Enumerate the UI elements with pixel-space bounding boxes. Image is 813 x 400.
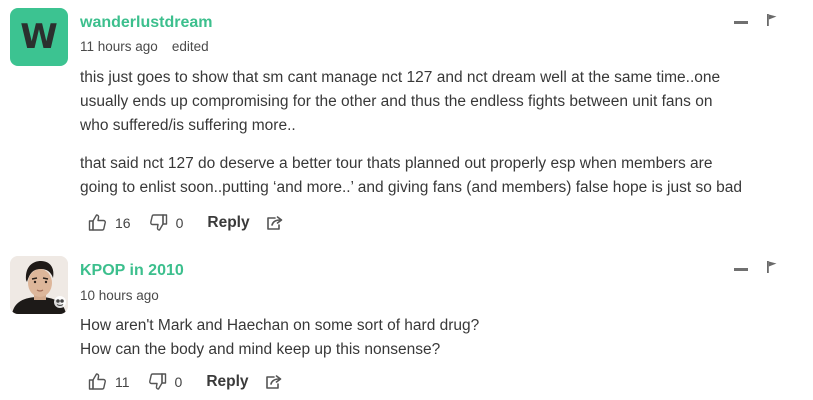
comment-timestamp[interactable]: 11 hours ago: [80, 39, 158, 54]
avatar[interactable]: W: [10, 8, 68, 66]
reply-button[interactable]: Reply: [207, 214, 249, 232]
comment-1: W wanderlustdream 11 hours ago edited thi…: [0, 0, 813, 250]
comment-paragraph-line: going to enlist soon..putting ‘and more.…: [80, 179, 743, 196]
thumbs-down-icon: [149, 214, 167, 231]
comment-meta: 10 hours ago: [80, 288, 159, 303]
upvote-button[interactable]: 16: [88, 213, 131, 232]
thumbs-down-icon: [148, 373, 166, 390]
upvote-count: 11: [115, 373, 130, 390]
comment-paragraph-line: usually ends up compromising for the oth…: [80, 93, 713, 110]
comment-paragraph-line: that said nct 127 do deserve a better to…: [80, 155, 713, 172]
comment-meta: 11 hours ago edited: [80, 39, 209, 54]
comment-username[interactable]: KPOP in 2010: [80, 262, 184, 280]
avatar[interactable]: [10, 256, 68, 314]
flag-icon[interactable]: [766, 13, 778, 27]
comment-controls: [734, 260, 778, 274]
comment-paragraph-line: How can the body and mind keep up this n…: [80, 341, 441, 358]
thumbs-up-icon: [88, 214, 106, 231]
comment-body: How aren't Mark and Haechan on some sort…: [80, 314, 479, 362]
thumbs-up-icon: [88, 373, 106, 390]
comment-paragraph-line: who suffered/is suffering more..: [80, 117, 296, 134]
comment-controls: [734, 13, 778, 27]
comment-timestamp[interactable]: 10 hours ago: [80, 288, 159, 303]
comment-actions: 16 0 Reply: [88, 213, 284, 232]
avatar-letter: W: [20, 17, 58, 57]
downvote-count: 0: [175, 214, 184, 231]
comment-paragraph-line: this just goes to show that sm cant mana…: [80, 69, 721, 86]
downvote-button[interactable]: 0: [148, 372, 183, 391]
collapse-icon[interactable]: [734, 267, 748, 271]
flag-icon[interactable]: [766, 260, 778, 274]
share-icon[interactable]: [266, 215, 284, 231]
edited-label: edited: [171, 39, 209, 54]
comment-actions: 11 0 Reply: [88, 372, 283, 391]
upvote-button[interactable]: 11: [88, 372, 130, 391]
comment-username[interactable]: wanderlustdream: [80, 14, 212, 32]
share-icon[interactable]: [265, 374, 283, 390]
profile-photo-icon: [10, 256, 68, 314]
comment-2: KPOP in 2010 10 hours ago How aren't Mar…: [0, 250, 813, 400]
upvote-count: 16: [115, 214, 131, 231]
reply-button[interactable]: Reply: [206, 373, 248, 391]
collapse-icon[interactable]: [734, 20, 748, 24]
downvote-button[interactable]: 0: [149, 213, 184, 232]
comment-paragraph-line: How aren't Mark and Haechan on some sort…: [80, 317, 480, 334]
comment-body: this just goes to show that sm cant mana…: [80, 66, 742, 200]
downvote-count: 0: [174, 373, 183, 390]
